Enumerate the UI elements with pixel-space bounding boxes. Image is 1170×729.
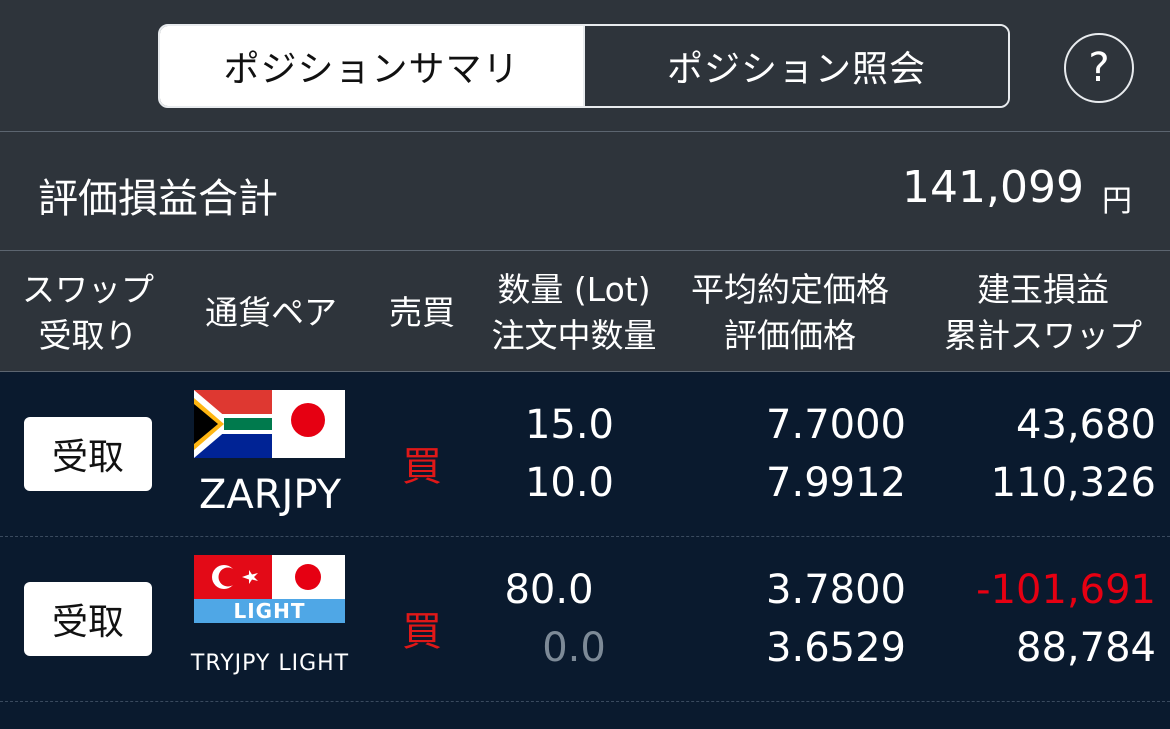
col-swap-line2: 受取り — [38, 316, 138, 355]
total-pl-label: 評価損益合計 — [38, 176, 278, 222]
col-swap-line1: スワップ — [22, 270, 154, 309]
side-buy-label: 買 — [402, 444, 442, 490]
cumulative-swap-value: 88,784 — [1016, 625, 1156, 671]
turkey-japan-light-flag-icon: LIGHT — [194, 555, 345, 623]
top-bar: ポジションサマリ ポジション照会 ? — [0, 0, 1170, 132]
quantity-value: 80.0 — [504, 567, 594, 613]
currency-pair-label: ZARJPY — [198, 472, 342, 518]
col-price-line2: 評価価格 — [724, 316, 856, 355]
col-price-line1: 平均約定価格 — [691, 270, 889, 309]
col-side: 売買 — [389, 293, 455, 332]
col-currency-pair: 通貨ペア — [205, 293, 337, 332]
receive-swap-button[interactable]: 受取 — [24, 417, 152, 491]
avg-price-value: 7.7000 — [766, 402, 906, 448]
position-pl-value: 43,680 — [1016, 402, 1156, 448]
cumulative-swap-value: 110,326 — [990, 460, 1156, 506]
col-quantity: 数量 (Lot) 注文中数量 — [474, 267, 674, 359]
currency-pair-label: TRYJPY LIGHT — [190, 651, 350, 676]
positions-list: 受取 ZARJPY 買 15.0 10.0 7.7000 7.9912 43,6… — [0, 372, 1170, 729]
col-qty-line2: 注文中数量 — [491, 316, 657, 355]
table-row: 受取 ZARJPY 買 15.0 10.0 7.7000 7.9912 43,6… — [0, 372, 1170, 537]
col-pl-line2: 累計スワップ — [944, 316, 1142, 355]
total-pl-unit: 円 — [1102, 184, 1132, 219]
total-pl-value: 141,099 — [902, 162, 1084, 213]
col-pl: 建玉損益 累計スワップ — [926, 267, 1160, 359]
col-price: 平均約定価格 評価価格 — [676, 267, 904, 359]
order-quantity-value: 0.0 — [542, 625, 606, 671]
col-pl-line1: 建玉損益 — [977, 270, 1109, 309]
light-badge: LIGHT — [233, 599, 306, 623]
eval-price-value: 3.6529 — [766, 625, 906, 671]
total-unrealized-pl: 評価損益合計 141,099 円 — [0, 132, 1170, 251]
avg-price-value: 3.7800 — [766, 567, 906, 613]
position-pl-value: -101,691 — [976, 567, 1156, 613]
south-africa-japan-flag-icon — [194, 390, 345, 458]
order-quantity-value: 10.0 — [524, 460, 614, 506]
quantity-value: 15.0 — [524, 402, 614, 448]
table-header: スワップ 受取り 通貨ペア 売買 数量 (Lot) 注文中数量 平均約定価格 評… — [0, 251, 1170, 372]
help-icon[interactable]: ? — [1064, 33, 1134, 103]
table-row: 受取 LIGHT TRYJPY LIGHT 買 80.0 0.0 3.7800 … — [0, 537, 1170, 702]
col-swap-receive: スワップ 受取り — [10, 267, 166, 359]
col-qty-line1: 数量 (Lot) — [497, 270, 651, 309]
tab-position-summary[interactable]: ポジションサマリ — [160, 26, 583, 106]
eval-price-value: 7.9912 — [766, 460, 906, 506]
tab-position-inquiry[interactable]: ポジション照会 — [583, 26, 1008, 106]
side-buy-label: 買 — [402, 609, 442, 655]
view-segmented-control: ポジションサマリ ポジション照会 — [158, 24, 1010, 108]
receive-swap-button[interactable]: 受取 — [24, 582, 152, 656]
